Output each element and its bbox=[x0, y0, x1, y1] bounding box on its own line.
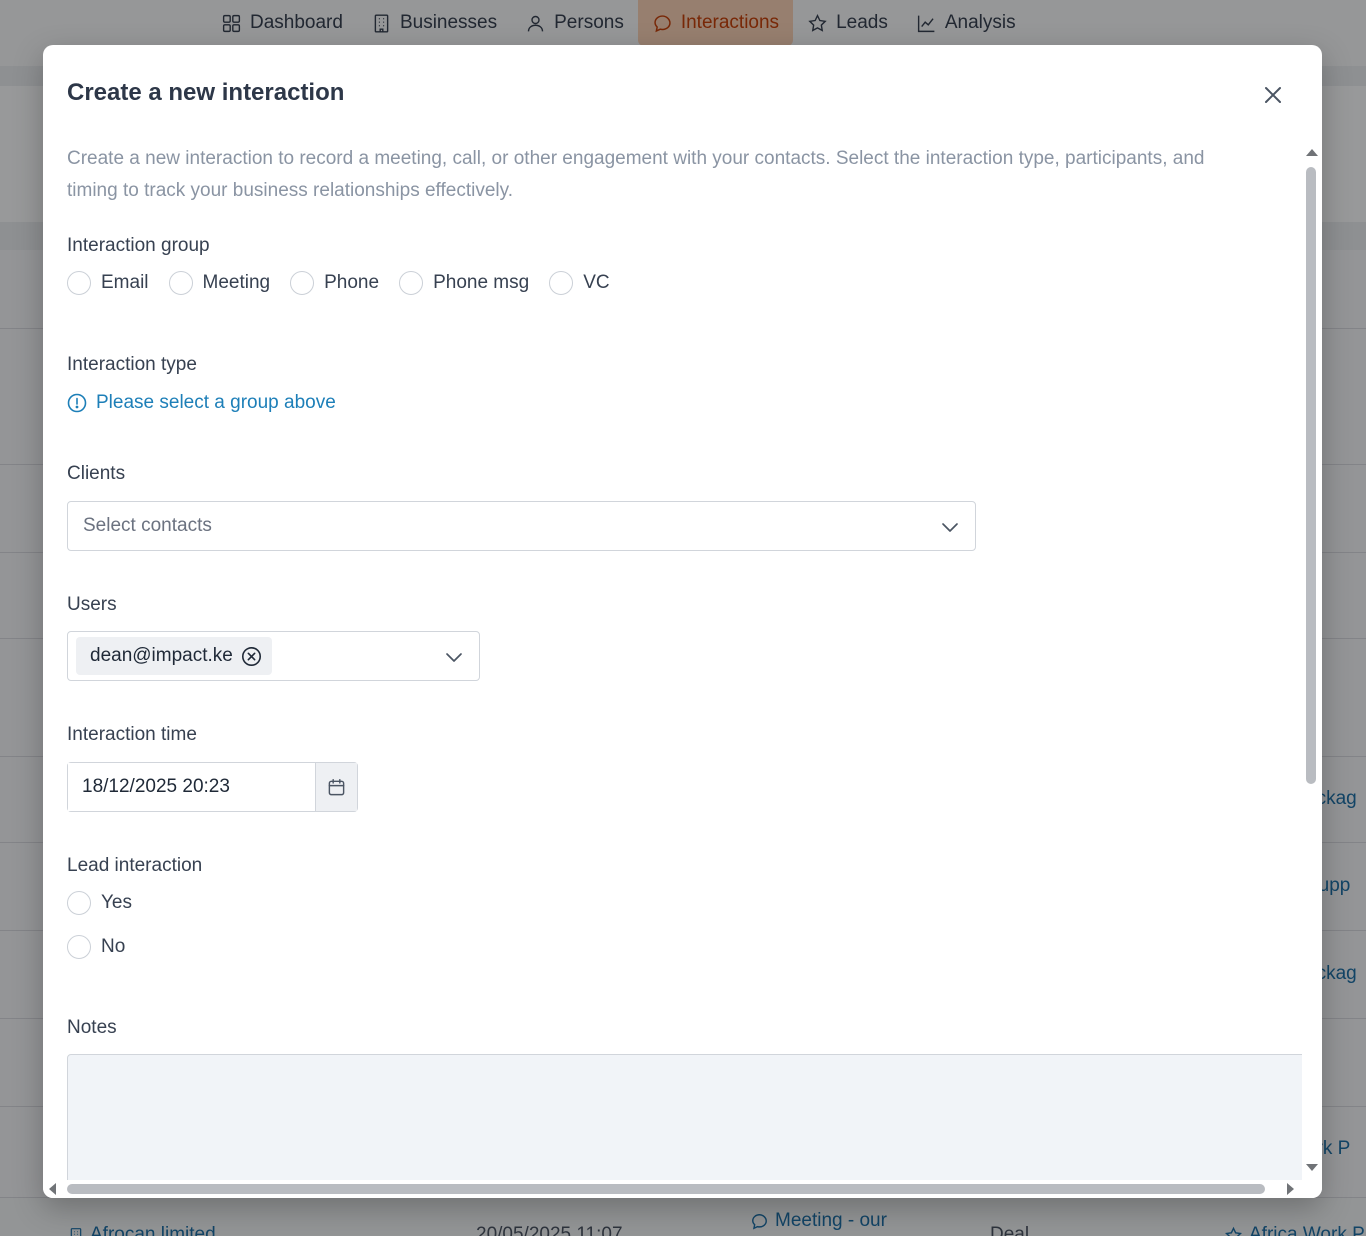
close-icon bbox=[1265, 87, 1281, 103]
modal-title: Create a new interaction bbox=[67, 79, 345, 106]
create-interaction-modal: Create a new interaction Create a new in… bbox=[43, 45, 1322, 1198]
chevron-down-icon bbox=[446, 653, 462, 662]
radio-email[interactable]: Email bbox=[67, 271, 149, 295]
radio-vc[interactable]: VC bbox=[549, 271, 610, 295]
radio-label: Yes bbox=[101, 892, 132, 913]
scroll-right-arrow[interactable] bbox=[1287, 1183, 1294, 1195]
radio-circle[interactable] bbox=[67, 935, 91, 959]
radio-circle[interactable] bbox=[399, 271, 424, 295]
radio-label: No bbox=[101, 936, 126, 957]
radio-phone-msg[interactable]: Phone msg bbox=[399, 271, 529, 295]
radio-yes[interactable]: Yes bbox=[67, 891, 132, 915]
radio-label: Email bbox=[101, 272, 149, 293]
scroll-left-arrow[interactable] bbox=[49, 1183, 56, 1195]
radio-label: Meeting bbox=[202, 272, 271, 293]
user-chip: dean@impact.ke bbox=[76, 637, 272, 675]
interaction-type-label: Interaction type bbox=[67, 354, 197, 375]
radio-circle[interactable] bbox=[549, 271, 574, 295]
calendar-icon bbox=[328, 778, 345, 795]
lead-interaction-label: Lead interaction bbox=[67, 855, 203, 876]
notes-textarea[interactable] bbox=[67, 1054, 1302, 1180]
modal-body[interactable]: Create a new interaction to record a mee… bbox=[43, 143, 1302, 1180]
modal-description: Create a new interaction to record a mee… bbox=[67, 148, 1205, 201]
interaction-group-radios: Email Meeting Phone Phone msg VC bbox=[67, 271, 630, 295]
interaction-time-input[interactable] bbox=[68, 763, 316, 811]
scrollbar-thumb[interactable] bbox=[67, 1184, 1265, 1194]
vertical-scrollbar[interactable] bbox=[1302, 143, 1322, 1180]
hint-text: Please select a group above bbox=[96, 392, 336, 413]
users-select[interactable]: dean@impact.ke bbox=[67, 631, 480, 681]
radio-circle[interactable] bbox=[290, 271, 315, 295]
scrollbar-thumb[interactable] bbox=[1306, 167, 1316, 784]
clients-placeholder: Select contacts bbox=[83, 515, 212, 536]
radio-circle[interactable] bbox=[67, 271, 91, 295]
radio-meeting[interactable]: Meeting bbox=[168, 271, 271, 295]
radio-no[interactable]: No bbox=[67, 935, 125, 959]
notes-label: Notes bbox=[67, 1017, 117, 1038]
interaction-time-field bbox=[67, 762, 358, 812]
radio-label: Phone bbox=[324, 272, 380, 293]
users-label: Users bbox=[67, 594, 117, 615]
calendar-button[interactable] bbox=[316, 763, 357, 811]
radio-label: VC bbox=[583, 272, 610, 293]
interaction-time-label: Interaction time bbox=[67, 724, 197, 745]
info-circle-icon bbox=[67, 393, 87, 413]
scroll-down-arrow[interactable] bbox=[1306, 1164, 1318, 1171]
remove-chip-icon[interactable] bbox=[241, 646, 262, 667]
lead-interaction-radio-yes-row: Yes bbox=[67, 891, 132, 915]
interaction-group-label: Interaction group bbox=[67, 235, 210, 256]
lead-interaction-radio-no-row: No bbox=[67, 935, 125, 959]
interaction-type-hint: Please select a group above bbox=[67, 392, 336, 414]
horizontal-scrollbar[interactable] bbox=[43, 1180, 1322, 1198]
scroll-up-arrow[interactable] bbox=[1306, 149, 1318, 156]
clients-label: Clients bbox=[67, 463, 126, 484]
clients-select[interactable]: Select contacts bbox=[67, 501, 976, 551]
chevron-down-icon bbox=[942, 523, 958, 532]
radio-label: Phone msg bbox=[433, 272, 530, 293]
user-chip-label: dean@impact.ke bbox=[90, 645, 233, 666]
radio-circle[interactable] bbox=[67, 891, 91, 915]
modal-header: Create a new interaction bbox=[43, 45, 1322, 143]
close-button[interactable] bbox=[1259, 81, 1287, 109]
radio-phone[interactable]: Phone bbox=[290, 271, 379, 295]
radio-circle[interactable] bbox=[168, 271, 193, 295]
